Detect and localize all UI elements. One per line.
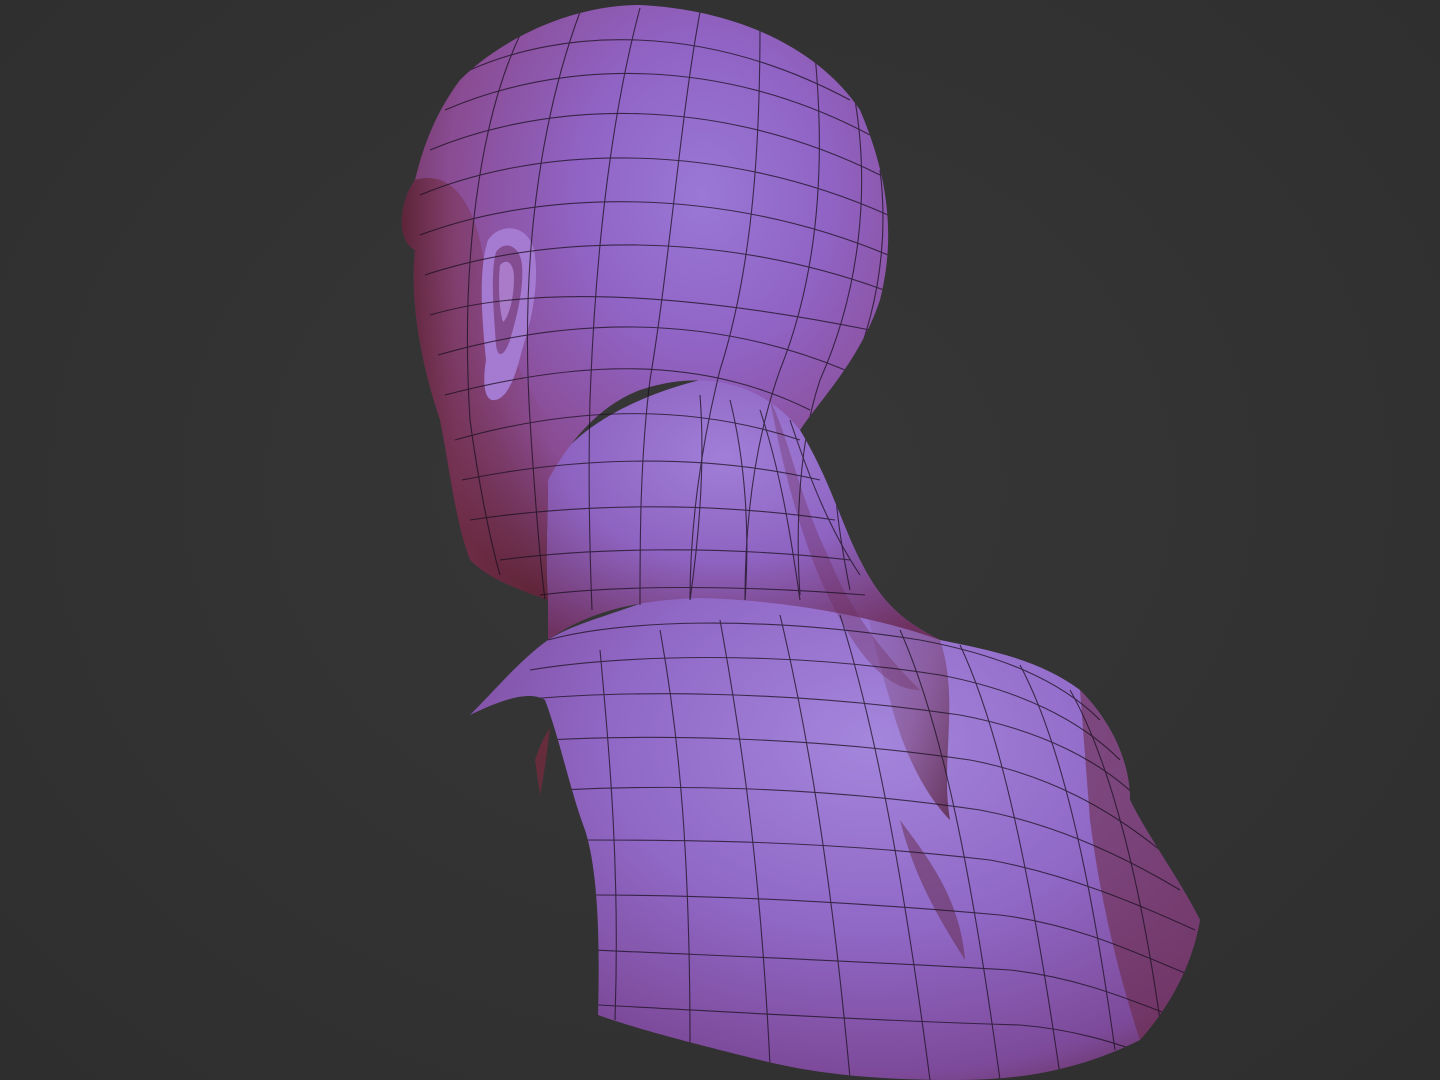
model-render: [401, 5, 1200, 1080]
3d-viewport[interactable]: [0, 0, 1440, 1080]
